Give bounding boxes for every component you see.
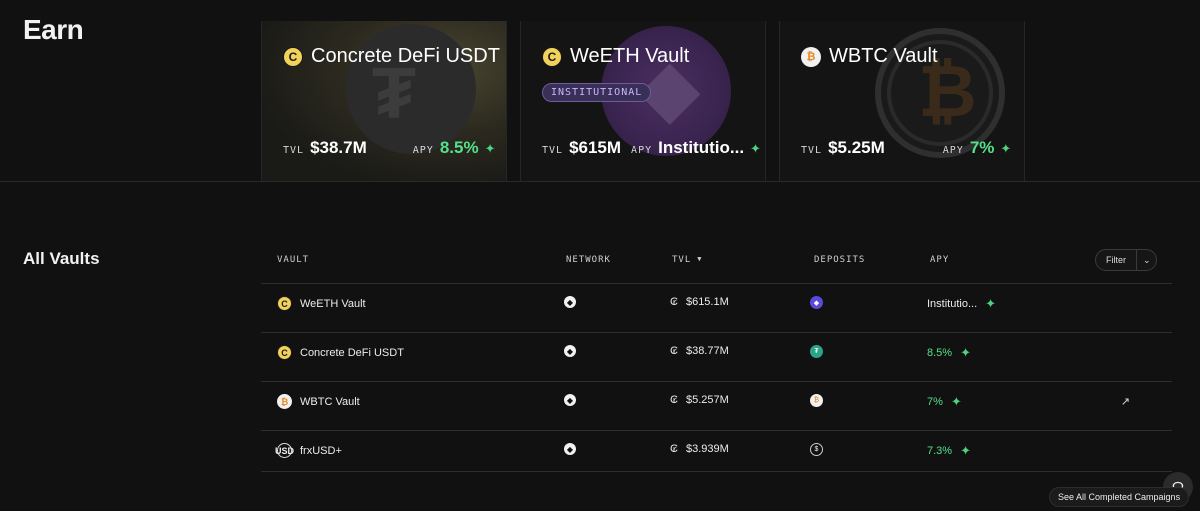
apy-value: 7%: [969, 138, 995, 157]
tvl-value: $615M: [569, 138, 622, 157]
vault-tvl: $38.77M: [685, 345, 729, 357]
vault-tvl: $3.939M: [685, 443, 729, 455]
wbtc-deposit-icon: ₿: [810, 394, 823, 407]
ethereum-network-icon: ◆: [564, 296, 576, 308]
sparkle-icon: ✦: [484, 141, 496, 156]
concrete-coin-icon: C: [277, 345, 292, 360]
frxusd-coin-icon: USD: [275, 443, 294, 458]
vault-name: frxUSD+: [300, 444, 342, 457]
vault-name: WBTC Vault: [300, 395, 360, 408]
tvl-value: $5.25M: [828, 138, 885, 157]
concrete-token-icon: ₢: [670, 394, 678, 406]
apy-value: 8.5%: [439, 138, 479, 157]
concrete-coin-icon: C: [277, 296, 292, 311]
tvl-label: TVL: [542, 145, 564, 156]
all-vaults-title: All Vaults: [23, 249, 100, 268]
sparkle-icon: ✦: [960, 443, 971, 458]
vault-name: WeETH Vault: [300, 297, 366, 310]
vault-apy: 8.5%: [927, 347, 953, 359]
sparkle-icon: ✦: [1000, 141, 1012, 156]
sparkle-icon: ✦: [985, 296, 997, 311]
concrete-coin-icon: C: [283, 46, 303, 67]
apy-label: APY: [942, 145, 964, 156]
featured-vaults: ₮ C Concrete DeFi USDT TVL $38.7M APY 8.…: [261, 21, 1025, 182]
vault-name: Concrete DeFi USDT: [300, 346, 404, 359]
wbtc-coin-icon: ₿: [277, 394, 292, 409]
column-header-tvl[interactable]: TVL ▼: [672, 255, 702, 265]
concrete-token-icon: ₢: [670, 296, 678, 308]
sparkle-icon: ✦: [950, 394, 962, 409]
apy-label: APY: [631, 145, 653, 156]
card-title: WeETH Vault: [570, 45, 690, 67]
vault-tvl: $615.1M: [685, 296, 729, 308]
table-row[interactable]: C WeETH Vault ◆ ₢ $615.1M ◆ Institutio..…: [261, 283, 1172, 324]
column-header-deposits[interactable]: DEPOSITS: [814, 255, 865, 265]
featured-card-concrete-defi-usdt[interactable]: ₮ C Concrete DeFi USDT TVL $38.7M APY 8.…: [261, 21, 507, 182]
see-completed-campaigns-button[interactable]: See All Completed Campaigns: [1049, 487, 1190, 507]
featured-card-weeth-vault[interactable]: ◆ C WeETH Vault INSTITUTIONAL TVL $615M …: [520, 21, 766, 182]
table-bottom-border: [261, 471, 1172, 472]
concrete-token-icon: ₢: [670, 443, 678, 455]
frxusd-deposit-icon: $: [810, 443, 823, 456]
ethereum-network-icon: ◆: [564, 394, 576, 406]
vault-apy: 7%: [927, 396, 943, 408]
vault-apy: 7.3%: [927, 445, 953, 457]
sort-desc-icon: ▼: [697, 255, 703, 263]
chevron-down-icon[interactable]: ⌄: [1137, 255, 1151, 266]
card-title: Concrete DeFi USDT: [311, 45, 500, 67]
table-row[interactable]: C Concrete DeFi USDT ◆ ₢ $38.77M ₮ 8.5% …: [261, 332, 1172, 373]
institutional-badge: INSTITUTIONAL: [542, 83, 652, 102]
column-header-vault[interactable]: VAULT: [277, 255, 309, 265]
external-link-icon[interactable]: ↗: [1121, 395, 1130, 408]
featured-card-wbtc-vault[interactable]: ₿ ₿ WBTC Vault TVL $5.25M APY 7% ✦: [779, 21, 1025, 182]
vault-tvl: $5.257M: [685, 394, 729, 406]
tvl-value: $38.7M: [310, 138, 367, 157]
vault-apy: Institutio...: [927, 298, 978, 310]
filter-button[interactable]: Filter ⌄: [1095, 249, 1157, 271]
filter-label: Filter: [1106, 255, 1126, 265]
usdt-deposit-icon: ₮: [810, 345, 823, 358]
concrete-token-icon: ₢: [670, 345, 678, 357]
ethereum-network-icon: ◆: [564, 443, 576, 455]
column-header-network[interactable]: NETWORK: [566, 255, 611, 265]
apy-label: APY: [412, 145, 434, 156]
earn-title: Earn: [23, 14, 84, 45]
weeth-deposit-icon: ◆: [810, 296, 823, 309]
apy-value: Institutio...: [658, 138, 745, 157]
tvl-header-label: TVL: [672, 255, 692, 265]
concrete-coin-icon: C: [542, 46, 562, 67]
table-row[interactable]: USD frxUSD+ ◆ ₢ $3.939M $ 7.3% ✦: [261, 430, 1172, 471]
tvl-label: TVL: [283, 145, 305, 156]
wbtc-coin-icon: ₿: [801, 46, 821, 67]
column-header-apy[interactable]: APY: [930, 255, 949, 265]
table-row[interactable]: ₿ WBTC Vault ◆ ₢ $5.257M ₿ 7% ✦ ↗: [261, 381, 1172, 422]
ethereum-network-icon: ◆: [564, 345, 576, 357]
sparkle-icon: ✦: [750, 141, 761, 156]
card-title: WBTC Vault: [829, 45, 938, 67]
sparkle-icon: ✦: [960, 345, 971, 360]
section-divider: [0, 181, 1200, 182]
tvl-label: TVL: [801, 145, 823, 156]
